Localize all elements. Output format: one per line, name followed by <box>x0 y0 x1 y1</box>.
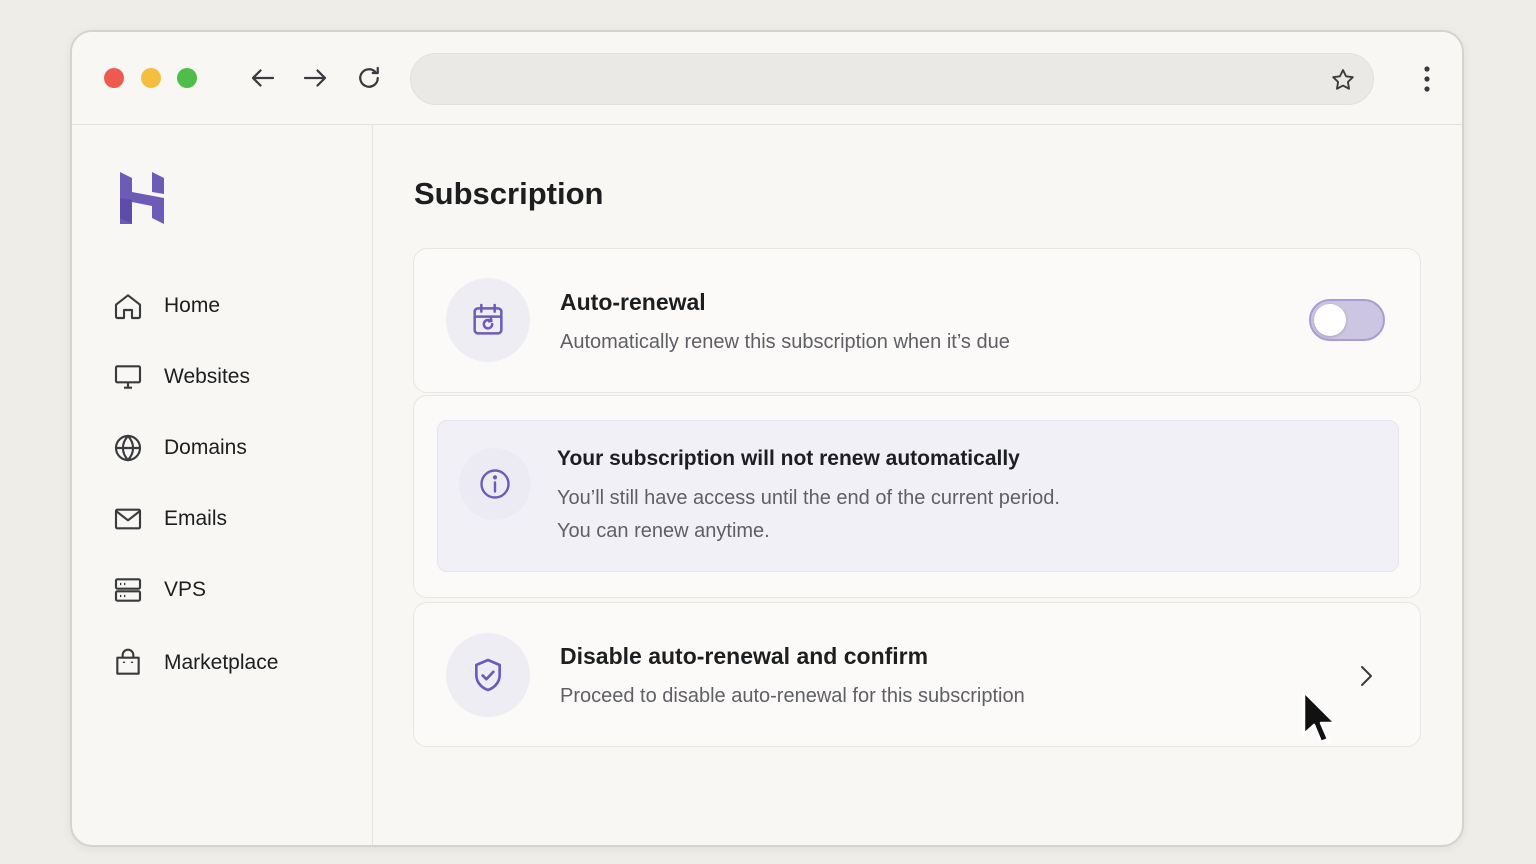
sidebar-item-domains[interactable]: Domains <box>112 428 247 468</box>
sidebar-item-label: Emails <box>164 507 228 530</box>
reload-icon[interactable] <box>354 63 384 93</box>
address-bar[interactable] <box>410 53 1374 105</box>
shield-check-icon <box>446 633 530 717</box>
minimize-window-button[interactable] <box>141 68 161 88</box>
sidebar-item-home[interactable]: Home <box>112 286 220 326</box>
page-title: Subscription <box>414 176 604 211</box>
monitor-icon <box>114 365 142 389</box>
chevron-right-icon <box>1354 661 1378 691</box>
sidebar-item-label: Marketplace <box>164 651 279 674</box>
sidebar-item-label: Websites <box>164 365 250 388</box>
disable-auto-renewal-row[interactable]: Disable auto-renewal and confirm Proceed… <box>413 602 1421 747</box>
sidebar-item-emails[interactable]: Emails <box>112 499 227 539</box>
mail-icon <box>114 508 142 530</box>
browser-toolbar <box>72 32 1462 125</box>
sidebar-item-vps[interactable]: VPS <box>112 570 206 610</box>
more-vertical-icon[interactable] <box>1422 64 1432 94</box>
notice-line-2: You can renew anytime. <box>557 520 770 542</box>
info-icon <box>459 448 531 520</box>
main-content: Subscription Auto-renewal Automatically … <box>372 124 1462 845</box>
disable-auto-renewal-description: Proceed to disable auto-renewal for this… <box>560 685 1025 707</box>
auto-renewal-description: Automatically renew this subscription wh… <box>560 331 1010 353</box>
star-icon[interactable] <box>1329 66 1357 94</box>
close-window-button[interactable] <box>104 68 124 88</box>
notice-title: Your subscription will not renew automat… <box>557 447 1020 470</box>
auto-renewal-card: Auto-renewal Automatically renew this su… <box>413 248 1421 393</box>
home-icon <box>114 294 142 320</box>
renewal-notice: Your subscription will not renew automat… <box>437 420 1399 572</box>
notice-card: Your subscription will not renew automat… <box>413 395 1421 598</box>
disable-auto-renewal-title: Disable auto-renewal and confirm <box>560 643 929 669</box>
sidebar: Home Websites Domains Emails VPS Marketp… <box>72 124 373 845</box>
sidebar-item-label: Home <box>164 294 221 317</box>
back-arrow-icon[interactable] <box>248 63 278 93</box>
browser-window: Home Websites Domains Emails VPS Marketp… <box>70 30 1464 847</box>
sidebar-item-label: VPS <box>164 578 207 601</box>
sidebar-item-marketplace[interactable]: Marketplace <box>112 643 278 683</box>
server-icon <box>114 578 142 602</box>
globe-icon <box>114 434 142 462</box>
toggle-knob <box>1314 304 1346 336</box>
sidebar-item-websites[interactable]: Websites <box>112 357 250 397</box>
calendar-refresh-icon <box>446 278 530 362</box>
auto-renewal-toggle[interactable] <box>1309 299 1385 341</box>
maximize-window-button[interactable] <box>177 68 197 88</box>
shopping-bag-icon <box>116 648 140 675</box>
sidebar-item-label: Domains <box>164 436 247 459</box>
notice-line-1: You’ll still have access until the end o… <box>557 487 1060 509</box>
hostinger-logo[interactable] <box>118 172 166 224</box>
auto-renewal-title: Auto-renewal <box>560 289 706 315</box>
forward-arrow-icon[interactable] <box>300 63 330 93</box>
